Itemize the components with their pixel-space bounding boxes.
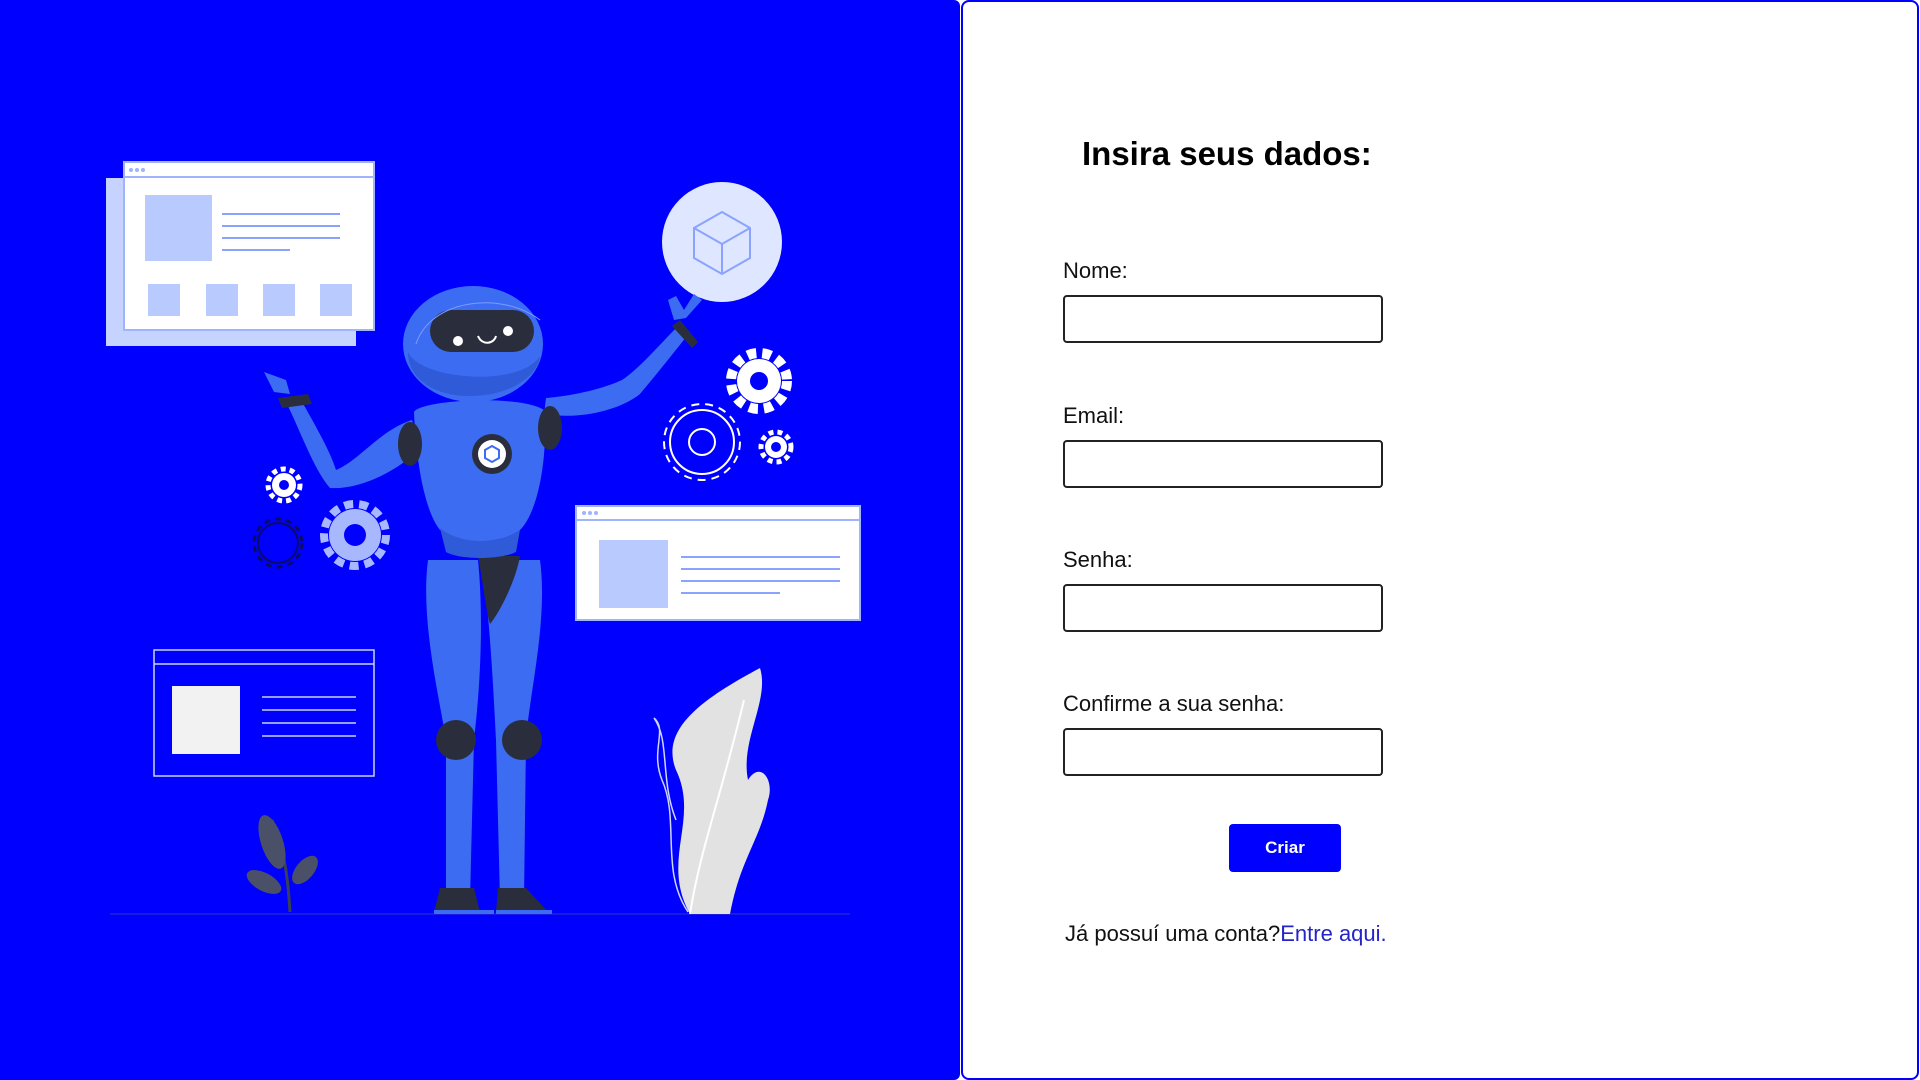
name-input[interactable] bbox=[1063, 295, 1383, 343]
browser-window-illustration bbox=[106, 161, 375, 346]
browser-window-illustration bbox=[575, 505, 861, 621]
confirm-password-label: Confirme a sua senha: bbox=[1063, 691, 1285, 716]
create-account-button[interactable]: Criar bbox=[1229, 824, 1341, 872]
plant-illustration bbox=[246, 815, 318, 913]
login-prompt: Já possuí uma conta?Entre aqui. bbox=[1065, 921, 1387, 947]
password-input[interactable] bbox=[1063, 584, 1383, 632]
login-link[interactable]: Entre aqui. bbox=[1280, 921, 1386, 946]
browser-window-illustration bbox=[153, 649, 375, 777]
login-prompt-text: Já possuí uma conta? bbox=[1065, 921, 1281, 946]
signup-form-panel: Insira seus dados: Nome: Email: Senha: C… bbox=[961, 0, 1919, 1080]
email-label: Email: bbox=[1063, 403, 1125, 428]
email-input[interactable] bbox=[1063, 440, 1383, 488]
robot-illustration bbox=[106, 161, 861, 915]
password-label: Senha: bbox=[1063, 547, 1133, 572]
cube-bubble-illustration bbox=[662, 182, 782, 302]
confirm-password-input[interactable] bbox=[1063, 728, 1383, 776]
illustration-panel bbox=[0, 0, 960, 1080]
form-title: Insira seus dados: bbox=[1082, 135, 1372, 172]
signup-page: Insira seus dados: Nome: Email: Senha: C… bbox=[0, 0, 1920, 1080]
name-label: Nome: bbox=[1063, 258, 1128, 283]
plant-illustration bbox=[653, 668, 770, 915]
